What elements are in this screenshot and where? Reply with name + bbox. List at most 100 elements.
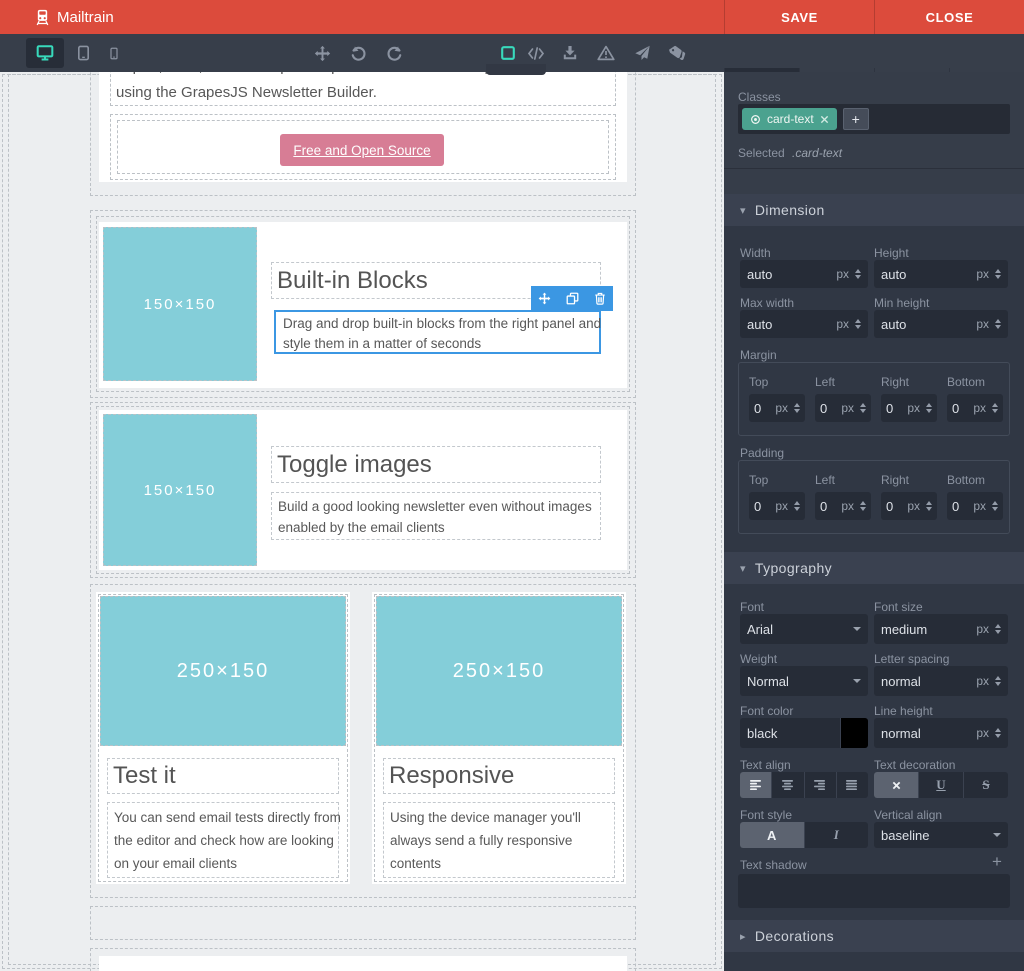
decorations-section-header[interactable]: ▸ Decorations [724, 920, 1024, 952]
close-button[interactable]: CLOSE [874, 0, 1024, 34]
font-select[interactable]: Arial [740, 614, 868, 644]
classes-input[interactable]: card-text + [738, 104, 1010, 134]
stepper[interactable] [794, 501, 800, 511]
padding-top-field[interactable]: Top 0px [749, 473, 805, 520]
test-it-title-box[interactable]: Test it [107, 758, 339, 794]
bold-a-icon: A [767, 828, 776, 843]
stepper[interactable] [995, 624, 1001, 634]
typography-section-header[interactable]: ▾ Typography [724, 552, 1024, 584]
placeholder-image-250[interactable]: 250×150 [376, 596, 622, 746]
align-left-button[interactable] [740, 772, 772, 798]
intro-card[interactable]: Import, build, test and export responsiv… [99, 72, 627, 182]
toggle-images-text[interactable]: Build a good looking newsletter even wit… [271, 492, 601, 540]
stepper[interactable] [995, 269, 1001, 279]
save-button[interactable]: SAVE [724, 0, 874, 34]
email-canvas[interactable]: Import, build, test and export responsiv… [0, 72, 724, 971]
responsive-title-box[interactable]: Responsive [383, 758, 615, 794]
margin-left-field[interactable]: Left 0px [815, 375, 871, 422]
weight-select[interactable]: Normal [740, 666, 868, 696]
stepper[interactable] [926, 501, 932, 511]
stepper[interactable] [992, 501, 998, 511]
trash-icon [594, 292, 606, 305]
padding-label: Padding [740, 446, 784, 460]
delete-component-button[interactable] [594, 292, 606, 305]
card-text-line-2: enabled by the email clients [278, 517, 594, 538]
font-size-input[interactable]: medium px [874, 614, 1008, 644]
placeholder-image-150[interactable]: 150×150 [103, 227, 257, 381]
toggle-images-card[interactable]: 150×150 Toggle images Build a good looki… [99, 410, 627, 570]
stepper[interactable] [995, 319, 1001, 329]
test-it-card[interactable]: 250×150 Test it You can send email tests… [96, 592, 350, 884]
responsive-text[interactable]: Using the device manager you'll always s… [383, 802, 615, 878]
text-shadow-list[interactable] [738, 874, 1010, 908]
card-text-line-1: Drag and drop built-in blocks from the r… [283, 314, 592, 334]
stepper[interactable] [995, 676, 1001, 686]
redo-button[interactable] [380, 34, 408, 72]
selected-card-text[interactable]: Drag and drop built-in blocks from the r… [274, 310, 601, 354]
style-italic-button[interactable]: I [805, 822, 869, 848]
margin-top-field[interactable]: Top 0px [749, 375, 805, 422]
padding-right-field[interactable]: Right 0px [881, 473, 937, 520]
align-right-button[interactable] [805, 772, 837, 798]
min-height-input[interactable]: auto px [874, 310, 1008, 338]
max-width-input[interactable]: auto px [740, 310, 868, 338]
unit-label: px [775, 401, 788, 415]
undo-button[interactable] [344, 34, 372, 72]
color-swatch[interactable] [840, 718, 868, 748]
device-tablet-button[interactable] [70, 34, 96, 72]
placeholder-image-150[interactable]: 150×150 [103, 414, 257, 566]
merge-tags-button[interactable] [662, 34, 692, 72]
stepper[interactable] [995, 728, 1001, 738]
responsive-card[interactable]: 250×150 Responsive Using the device mana… [372, 592, 626, 884]
drag-component-button[interactable] [538, 292, 551, 305]
class-tag[interactable]: card-text [742, 108, 837, 130]
decoration-none-button[interactable] [874, 772, 919, 798]
chevron-right-icon: ▸ [740, 930, 746, 943]
warnings-button[interactable] [592, 34, 620, 72]
stepper[interactable] [926, 403, 932, 413]
decoration-underline-button[interactable]: U [919, 772, 964, 798]
remove-class-icon[interactable] [820, 115, 829, 124]
test-it-text[interactable]: You can send email tests directly from t… [107, 802, 339, 878]
toolbar-remnant [486, 64, 546, 75]
font-color-input[interactable]: black [740, 718, 868, 748]
stepper[interactable] [860, 403, 866, 413]
empty-section-outline[interactable] [90, 906, 636, 940]
decoration-strikethrough-button[interactable]: S [964, 772, 1008, 798]
divider [724, 168, 1024, 169]
clone-component-button[interactable] [566, 292, 579, 305]
padding-bottom-field[interactable]: Bottom 0px [947, 473, 1003, 520]
intro-text[interactable]: Import, build, test and export responsiv… [110, 72, 616, 106]
align-justify-button[interactable] [837, 772, 868, 798]
device-mobile-button[interactable] [102, 34, 126, 72]
width-input[interactable]: auto px [740, 260, 868, 288]
send-test-button[interactable] [628, 34, 656, 72]
margin-bottom-field[interactable]: Bottom 0px [947, 375, 1003, 422]
placeholder-image-250[interactable]: 250×150 [100, 596, 346, 746]
style-bold-button[interactable]: A [740, 822, 805, 848]
free-open-source-button[interactable]: Free and Open Source [280, 134, 444, 166]
stepper[interactable] [992, 403, 998, 413]
device-desktop-button[interactable] [26, 38, 64, 68]
stepper[interactable] [860, 501, 866, 511]
stepper[interactable] [855, 269, 861, 279]
add-text-shadow-button[interactable]: + [992, 852, 1002, 872]
height-input[interactable]: auto px [874, 260, 1008, 288]
toggle-images-title-box[interactable]: Toggle images [271, 446, 601, 483]
unit-label: px [976, 726, 989, 740]
align-center-button[interactable] [772, 772, 804, 798]
padding-left-field[interactable]: Left 0px [815, 473, 871, 520]
footer-card[interactable] [99, 956, 627, 971]
stepper[interactable] [855, 319, 861, 329]
letter-spacing-input[interactable]: normal px [874, 666, 1008, 696]
dimension-section-header[interactable]: ▾ Dimension [724, 194, 1024, 226]
stepper[interactable] [794, 403, 800, 413]
fullscreen-move-button[interactable] [308, 34, 336, 72]
add-class-button[interactable]: + [843, 108, 869, 130]
typography-title: Typography [755, 560, 832, 576]
vertical-align-select[interactable]: baseline [874, 822, 1008, 848]
import-template-button[interactable] [556, 34, 584, 72]
line-height-input[interactable]: normal px [874, 718, 1008, 748]
width-label: Width [740, 246, 771, 260]
margin-right-field[interactable]: Right 0px [881, 375, 937, 422]
